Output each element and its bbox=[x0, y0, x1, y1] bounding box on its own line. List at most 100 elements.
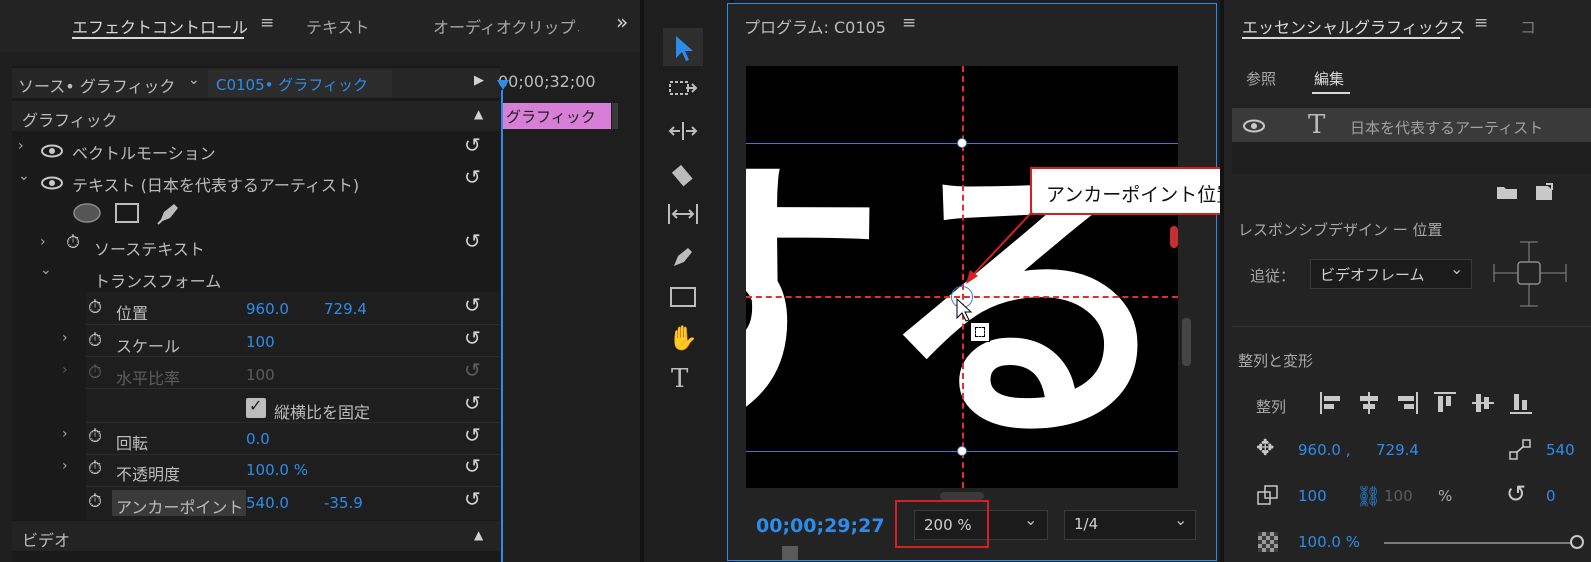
collapse-arrow-icon[interactable]: ⌄ bbox=[40, 262, 52, 278]
reset-icon[interactable]: ↺ bbox=[464, 423, 481, 447]
align-top-icon[interactable] bbox=[1432, 390, 1458, 416]
panel-menu-icon[interactable]: ≡ bbox=[1474, 13, 1488, 33]
overflow-chevrons-icon[interactable]: » bbox=[616, 10, 628, 34]
playhead-marker-icon[interactable] bbox=[497, 80, 509, 90]
panel-menu-icon[interactable]: ≡ bbox=[260, 13, 274, 33]
reset-icon[interactable]: ↺ bbox=[464, 229, 481, 253]
follow-chevron-icon[interactable]: ⌄ bbox=[1450, 259, 1463, 278]
viewport-scrollbar-v[interactable] bbox=[1182, 318, 1191, 366]
program-title[interactable]: プログラム: C0105 bbox=[744, 14, 886, 38]
rectangle-tool-icon[interactable] bbox=[669, 286, 697, 310]
clip-name[interactable]: C0105• グラフィック bbox=[216, 74, 368, 95]
opacity-value[interactable]: 100.0 % bbox=[246, 461, 308, 479]
tab-active-underline bbox=[1242, 37, 1460, 39]
scale-value[interactable]: 100 bbox=[246, 333, 275, 351]
row-divider bbox=[86, 324, 500, 325]
eg-opacity-value[interactable]: 100.0 % bbox=[1298, 533, 1360, 551]
essential-title[interactable]: エッセンシャルグラフィックス bbox=[1242, 14, 1465, 38]
position-x-value[interactable]: 960.0 bbox=[246, 300, 289, 318]
track-select-tool-icon[interactable] bbox=[668, 78, 698, 100]
eye-icon[interactable] bbox=[1242, 119, 1266, 133]
ellipse-mask-icon[interactable] bbox=[72, 202, 102, 224]
align-left-icon[interactable] bbox=[1318, 390, 1344, 416]
tab-text[interactable]: テキスト bbox=[306, 14, 370, 38]
align-label: 整列 bbox=[1256, 398, 1287, 416]
reset-icon[interactable]: ↺ bbox=[464, 326, 481, 350]
link-scale-icon[interactable]: ⛓ bbox=[1356, 484, 1381, 508]
stopwatch-icon[interactable]: ⏱ bbox=[66, 232, 80, 253]
position-y-value[interactable]: 729.4 bbox=[324, 300, 367, 318]
new-layer-icon[interactable] bbox=[1534, 182, 1554, 202]
align-right-icon[interactable] bbox=[1394, 390, 1420, 416]
pen-mask-icon[interactable] bbox=[156, 200, 182, 226]
tab-edit[interactable]: 編集 bbox=[1314, 68, 1344, 89]
anchor-x-value[interactable]: 540.0 bbox=[246, 494, 289, 512]
playhead-mini[interactable] bbox=[782, 546, 798, 560]
expand-arrow-icon[interactable]: › bbox=[62, 330, 68, 346]
handle-bottom[interactable] bbox=[957, 446, 967, 456]
clip-dropdown-chevron-icon[interactable]: ⌄ bbox=[188, 72, 200, 88]
reset-icon[interactable]: ↺ bbox=[464, 487, 481, 511]
align-bottom-icon[interactable] bbox=[1508, 390, 1534, 416]
stopwatch-icon[interactable]: ⏱ bbox=[88, 458, 102, 479]
expand-arrow-icon[interactable]: › bbox=[18, 138, 24, 154]
stopwatch-icon[interactable]: ⏱ bbox=[88, 491, 102, 512]
reset-icon[interactable]: ↺ bbox=[464, 391, 481, 415]
play-triangle-icon[interactable]: ▶ bbox=[474, 73, 484, 88]
expand-arrow-icon[interactable]: › bbox=[62, 426, 68, 442]
tab-active-underline bbox=[72, 37, 244, 39]
ripple-edit-tool-icon[interactable] bbox=[668, 120, 698, 142]
tab-audio-clip[interactable]: オーディオクリップミ bbox=[433, 14, 579, 38]
reset-icon[interactable]: ↺ bbox=[464, 293, 481, 317]
opacity-slider-track[interactable] bbox=[1384, 542, 1574, 544]
align-center-h-icon[interactable] bbox=[1356, 390, 1382, 416]
collapse-arrow-icon[interactable]: ⌄ bbox=[18, 168, 30, 184]
timeline-scrollbar[interactable] bbox=[612, 103, 618, 129]
next-tab-stub[interactable]: コ bbox=[1520, 14, 1536, 38]
expand-arrow-icon[interactable]: › bbox=[62, 458, 68, 474]
new-folder-icon[interactable] bbox=[1496, 184, 1518, 200]
position-label: 位置 bbox=[116, 304, 149, 323]
resolution-chevron-icon[interactable]: ⌄ bbox=[1174, 510, 1187, 529]
expand-arrow-icon[interactable]: › bbox=[62, 362, 68, 378]
eg-position-right[interactable]: 540 bbox=[1546, 441, 1575, 459]
hand-tool-icon[interactable]: ✋ bbox=[668, 324, 698, 352]
collapse-up-icon[interactable]: ▲ bbox=[474, 107, 483, 121]
eg-position-x[interactable]: 960.0 , bbox=[1298, 441, 1350, 459]
type-tool-icon[interactable]: T bbox=[671, 364, 688, 394]
opacity-slider-thumb[interactable] bbox=[1570, 535, 1584, 549]
eg-rotate-value[interactable]: 0 bbox=[1546, 487, 1556, 505]
anchor-y-value[interactable]: -35.9 bbox=[324, 494, 363, 512]
align-center-v-icon[interactable] bbox=[1470, 390, 1496, 416]
reset-icon: ↺ bbox=[464, 358, 481, 382]
eye-icon[interactable] bbox=[40, 176, 64, 190]
panel-menu-icon[interactable]: ≡ bbox=[902, 13, 916, 33]
selection-tool-icon[interactable] bbox=[673, 34, 695, 62]
pen-tool-icon[interactable] bbox=[670, 244, 696, 270]
handle-top[interactable] bbox=[957, 138, 967, 148]
reset-icon[interactable]: ↺ bbox=[464, 454, 481, 478]
eg-position-y[interactable]: 729.4 bbox=[1376, 441, 1419, 459]
playhead-line[interactable] bbox=[501, 90, 503, 562]
viewport-scrollbar-h[interactable] bbox=[940, 492, 984, 500]
pin-anchor-diagram-icon[interactable] bbox=[1490, 238, 1570, 310]
vector-motion-label: ベクトルモーション bbox=[72, 144, 216, 163]
slip-tool-icon[interactable] bbox=[666, 202, 700, 226]
rectangle-mask-icon[interactable] bbox=[114, 202, 140, 224]
program-timecode[interactable]: 00;00;29;27 bbox=[756, 515, 885, 537]
collapse-up-icon[interactable]: ▲ bbox=[474, 528, 483, 542]
zoom-chevron-icon[interactable]: ⌄ bbox=[1024, 510, 1037, 529]
razor-tool-icon[interactable] bbox=[670, 162, 696, 188]
layer-name: 日本を代表するアーティスト bbox=[1350, 119, 1544, 137]
stopwatch-icon[interactable]: ⏱ bbox=[88, 330, 102, 351]
expand-arrow-icon[interactable]: › bbox=[40, 234, 46, 250]
reset-icon[interactable]: ↺ bbox=[464, 165, 481, 189]
tab-browse[interactable]: 参照 bbox=[1246, 68, 1276, 89]
stopwatch-icon[interactable]: ⏱ bbox=[88, 426, 102, 447]
rotation-value[interactable]: 0.0 bbox=[246, 430, 270, 448]
reset-icon[interactable]: ↺ bbox=[464, 133, 481, 157]
stopwatch-icon[interactable]: ⏱ bbox=[88, 297, 102, 318]
eg-scale-value[interactable]: 100 bbox=[1298, 487, 1327, 505]
tab-effect-controls[interactable]: エフェクトコントロール bbox=[72, 14, 248, 38]
eye-icon[interactable] bbox=[40, 144, 64, 158]
